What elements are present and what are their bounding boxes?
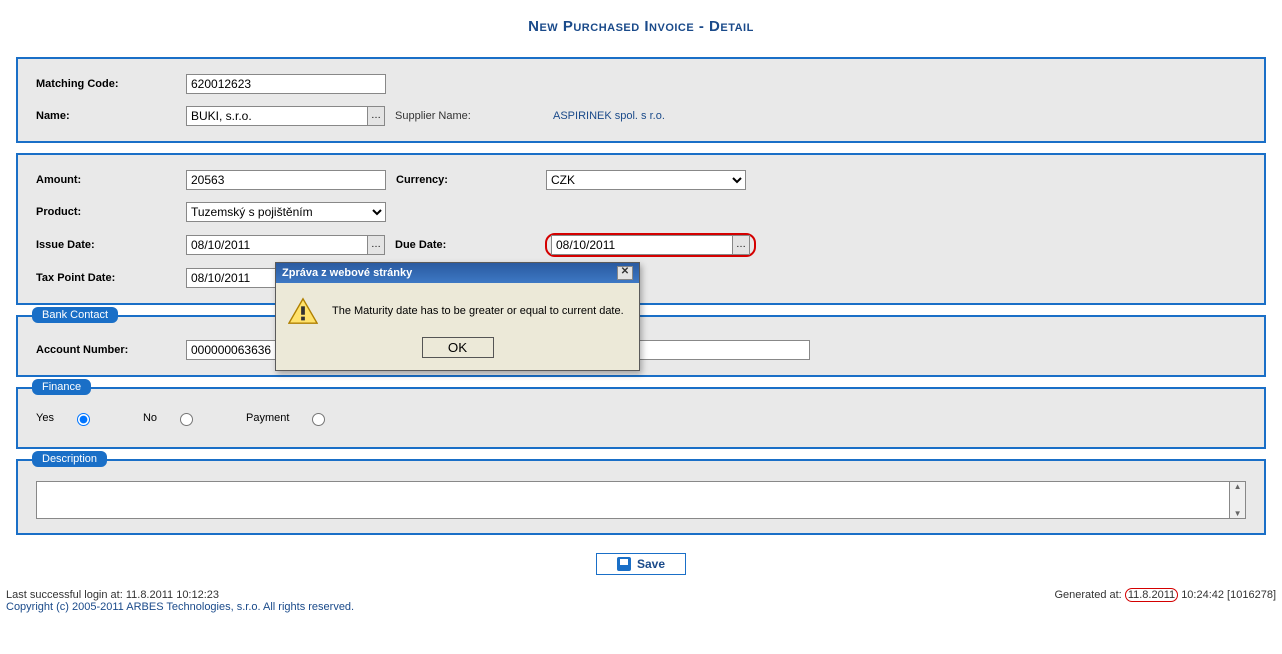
name-input[interactable] — [186, 106, 368, 126]
generated-at-text: Generated at: 11.8.2011 10:24:42 [101627… — [1054, 589, 1276, 613]
amounts-panel: Amount: Currency: CZK Product: Tuzemský … — [16, 153, 1266, 305]
matching-code-label: Matching Code: — [36, 78, 186, 90]
dialog-ok-button[interactable]: OK — [422, 337, 494, 358]
due-date-input[interactable] — [551, 235, 733, 255]
amount-label: Amount: — [36, 174, 186, 186]
finance-no-radio[interactable] — [180, 413, 193, 426]
description-panel: Description ▲▼ — [16, 459, 1266, 535]
issue-date-label: Issue Date: — [36, 239, 186, 251]
description-textarea[interactable] — [36, 481, 1230, 519]
due-date-picker[interactable]: … — [732, 235, 750, 255]
last-login-text: Last successful login at: 11.8.2011 10:1… — [6, 589, 354, 601]
copyright-text: Copyright (c) 2005-2011 ARBES Technologi… — [6, 601, 354, 613]
name-label: Name: — [36, 110, 186, 122]
finance-yes-radio[interactable] — [77, 413, 90, 426]
identity-panel: Matching Code: Name: … Supplier Name: AS… — [16, 57, 1266, 143]
account-label: Account Number: — [36, 344, 186, 356]
due-date-label: Due Date: — [395, 239, 545, 251]
supplier-name-link[interactable]: ASPIRINEK spol. s r.o. — [553, 110, 665, 122]
due-date-highlight: … — [545, 233, 756, 257]
amount-input[interactable] — [186, 170, 386, 190]
finance-payment-radio[interactable] — [312, 413, 325, 426]
supplier-name-label: Supplier Name: — [395, 110, 545, 122]
alert-dialog: Zpráva z webové stránky ✕ The Maturity d… — [275, 262, 640, 371]
footer: Last successful login at: 11.8.2011 10:1… — [0, 585, 1282, 617]
page-title: New Purchased Invoice - Detail — [0, 0, 1282, 47]
issue-date-picker[interactable]: … — [367, 235, 385, 255]
name-picker-button[interactable]: … — [367, 106, 385, 126]
finance-no-label: No — [143, 412, 157, 424]
finance-yes-label: Yes — [36, 412, 54, 424]
bank-panel: Bank Contact Account Number: — [16, 315, 1266, 377]
save-button[interactable]: Save — [596, 553, 686, 575]
dialog-message: The Maturity date has to be greater or e… — [332, 305, 627, 317]
bank-legend: Bank Contact — [32, 307, 118, 323]
issue-date-input[interactable] — [186, 235, 368, 255]
matching-code-input[interactable] — [186, 74, 386, 94]
account-extra-input[interactable] — [610, 340, 810, 360]
finance-payment-label: Payment — [246, 412, 289, 424]
currency-label: Currency: — [396, 174, 546, 186]
finance-legend: Finance — [32, 379, 91, 395]
description-legend: Description — [32, 451, 107, 467]
dialog-close-button[interactable]: ✕ — [617, 266, 633, 280]
generated-date-highlight: 11.8.2011 — [1125, 588, 1178, 602]
dialog-title: Zpráva z webové stránky — [282, 267, 412, 279]
tax-point-label: Tax Point Date: — [36, 272, 186, 284]
product-label: Product: — [36, 206, 186, 218]
textarea-scrollbar[interactable]: ▲▼ — [1230, 481, 1246, 519]
finance-panel: Finance Yes No Payment — [16, 387, 1266, 449]
product-select[interactable]: Tuzemský s pojištěním — [186, 202, 386, 222]
currency-select[interactable]: CZK — [546, 170, 746, 190]
save-icon — [617, 557, 631, 571]
warning-icon — [288, 297, 318, 325]
